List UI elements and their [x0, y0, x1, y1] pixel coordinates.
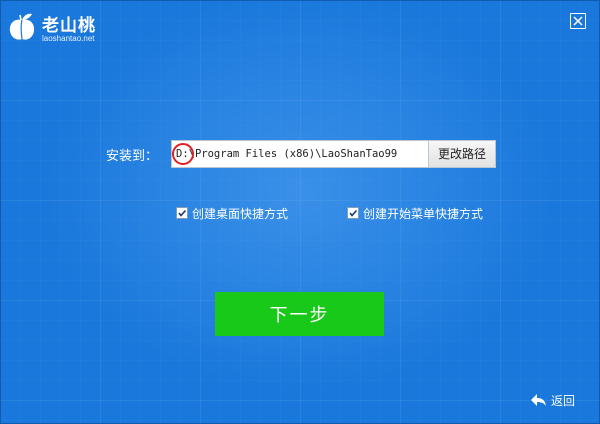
checkmark-icon [349, 209, 358, 217]
install-path-field[interactable]: D:\Program Files (x86)\LaoShanTao99 [171, 140, 429, 168]
start-menu-shortcut-checkbox[interactable] [347, 207, 359, 219]
desktop-shortcut-option[interactable]: 创建桌面快捷方式 [176, 205, 288, 221]
start-menu-shortcut-label: 创建开始菜单快捷方式 [363, 206, 484, 221]
change-path-button[interactable]: 更改路径 [429, 140, 496, 168]
window-border [0, 0, 600, 424]
back-arrow-icon [531, 394, 546, 406]
install-to-label: 安装到： [106, 149, 159, 164]
desktop-shortcut-checkbox[interactable] [176, 207, 188, 219]
start-menu-shortcut-option[interactable]: 创建开始菜单快捷方式 [347, 205, 483, 221]
checkmark-icon [178, 209, 187, 217]
next-step-button[interactable]: 下一步 [215, 292, 384, 336]
logo-url: laoshantao.net [42, 34, 95, 43]
peach-logo-icon [9, 13, 35, 40]
close-icon [573, 16, 583, 26]
close-button[interactable] [570, 13, 586, 29]
back-button[interactable]: 返回 [529, 391, 575, 409]
back-label: 返回 [551, 393, 576, 408]
app-logo: 老山桃 laoshantao.net [8, 10, 118, 46]
desktop-shortcut-label: 创建桌面快捷方式 [192, 206, 289, 221]
logo-title: 老山桃 [42, 16, 96, 36]
